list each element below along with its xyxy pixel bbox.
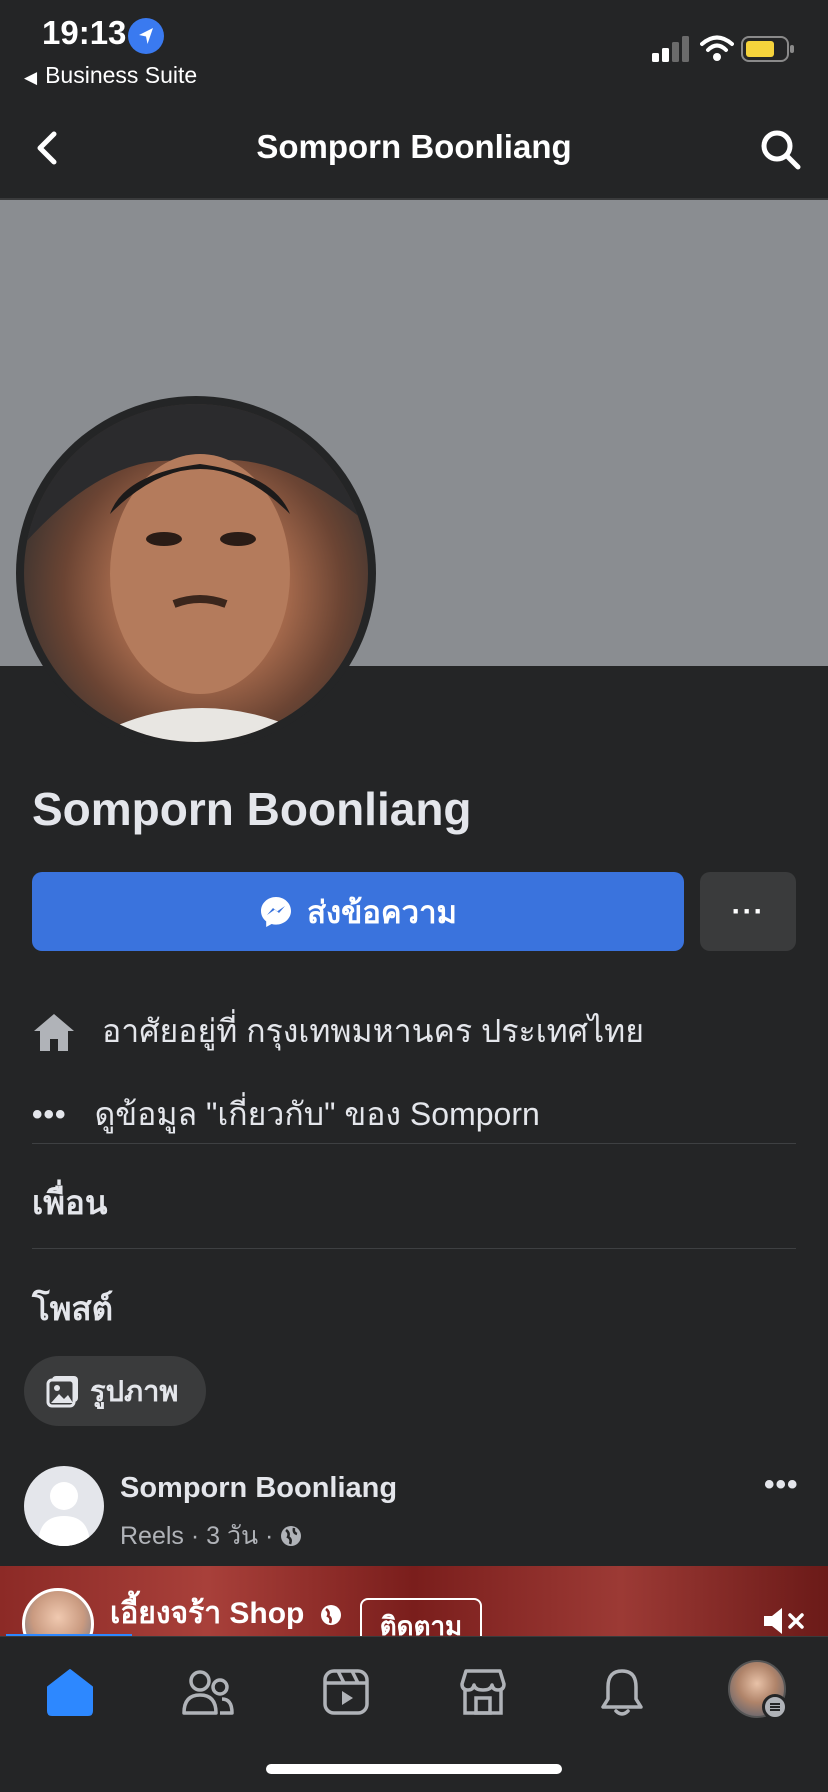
speaker-muted-icon[interactable]: [762, 1606, 808, 1636]
message-button-label: ส่งข้อความ: [307, 894, 457, 930]
location-arrow-icon: [128, 18, 164, 54]
divider: [32, 1248, 796, 1249]
tab-friends[interactable]: [178, 1662, 238, 1722]
post-meta-text: Reels · 3 วัน ·: [120, 1522, 274, 1550]
marketplace-icon: [460, 1669, 506, 1715]
friends-section-title[interactable]: เพื่อน: [32, 1176, 107, 1229]
profile-name: Somporn Boonliang: [32, 783, 472, 835]
message-button[interactable]: ส่งข้อความ: [32, 872, 684, 951]
ellipsis-icon: •••: [32, 1097, 67, 1131]
reel-page-name-text: เอี้ยงจร้า Shop: [110, 1597, 305, 1630]
tab-notifications[interactable]: [592, 1662, 652, 1722]
friends-icon: [182, 1670, 234, 1715]
more-options-button[interactable]: ···: [700, 872, 796, 951]
tab-video[interactable]: [316, 1662, 376, 1722]
video-icon: [323, 1669, 369, 1715]
see-about-text: ดูข้อมูล "เกี่ยวกับ" ของ Somporn: [94, 1096, 540, 1132]
photos-chip-label: รูปภาพ: [90, 1376, 179, 1408]
post-author-avatar[interactable]: [24, 1466, 104, 1546]
profile-avatar[interactable]: [24, 404, 368, 742]
tab-marketplace[interactable]: [453, 1662, 513, 1722]
divider: [32, 1143, 796, 1144]
globe-icon: [320, 1605, 341, 1626]
home-icon: [47, 1669, 93, 1716]
reel-page-name[interactable]: เอี้ยงจร้า Shop: [110, 1590, 343, 1637]
post-meta: Reels · 3 วัน ·: [120, 1516, 303, 1556]
menu-icon: [762, 1694, 788, 1720]
messenger-icon: [261, 896, 292, 927]
post-author-name[interactable]: Somporn Boonliang: [120, 1472, 397, 1505]
globe-icon: [281, 1526, 302, 1546]
see-about-row[interactable]: ••• ดูข้อมูล "เกี่ยวกับ" ของ Somporn: [32, 1089, 540, 1140]
home-icon: [34, 1013, 74, 1051]
post-more-options[interactable]: •••: [764, 1468, 799, 1502]
cellular-signal-icon: [652, 36, 689, 62]
lives-in-row: อาศัยอยู่ที่ กรุงเทพมหานคร ประเทศไทย: [32, 1006, 644, 1057]
back-to-app-link[interactable]: ◀ Business Suite: [24, 62, 197, 89]
photos-chip[interactable]: รูปภาพ: [24, 1356, 206, 1426]
wifi-icon: [700, 35, 734, 61]
status-time: 19:13: [42, 14, 127, 51]
search-icon[interactable]: [758, 127, 802, 171]
back-triangle-icon: ◀: [24, 68, 38, 87]
tab-home[interactable]: [40, 1662, 100, 1722]
photos-icon: [46, 1376, 78, 1408]
home-indicator[interactable]: [266, 1764, 562, 1774]
bell-icon: [601, 1669, 643, 1716]
battery-icon: [741, 36, 794, 62]
header-title: Somporn Boonliang: [256, 128, 572, 165]
lives-in-text: อาศัยอยู่ที่ กรุงเทพมหานคร ประเทศไทย: [102, 1013, 644, 1049]
posts-section-title: โพสต์: [32, 1290, 114, 1327]
back-app-label: Business Suite: [45, 62, 198, 88]
